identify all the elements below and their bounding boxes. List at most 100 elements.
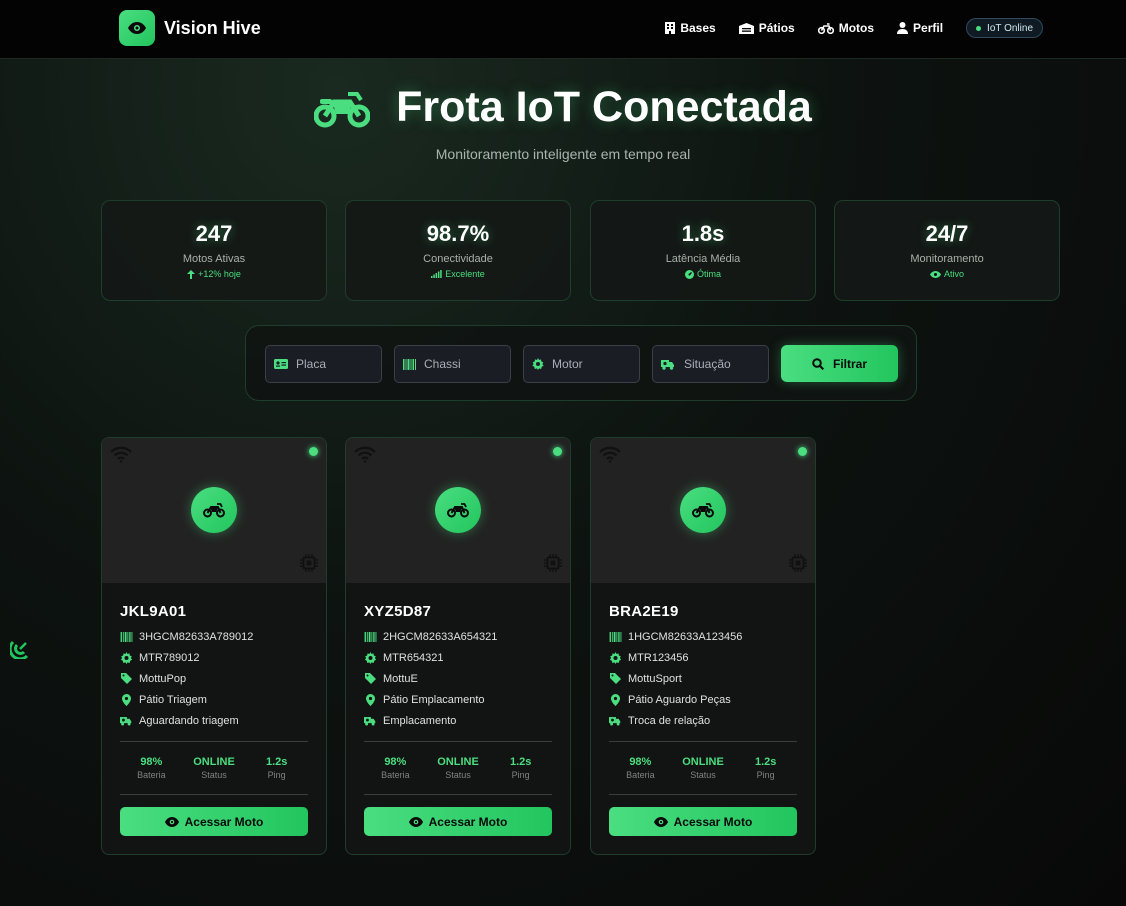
metric-bateria: 98% Bateria <box>120 756 183 780</box>
moto-avatar <box>435 487 481 533</box>
gear-icon <box>364 651 377 664</box>
nav-item-bases[interactable]: Bases <box>665 21 716 35</box>
online-indicator-dot <box>798 447 807 456</box>
moto-modelo: MottuSport <box>609 668 797 689</box>
nav-item-perfil[interactable]: Perfil <box>897 21 943 35</box>
moto-modelo: MottuPop <box>120 668 308 689</box>
motorcycle-icon <box>692 503 714 518</box>
truck-cog-icon <box>120 717 132 726</box>
nav-item-motos[interactable]: Motos <box>817 21 875 35</box>
chassi-input[interactable]: Chassi <box>394 345 511 383</box>
barcode-icon <box>609 631 622 642</box>
map-pin-icon <box>122 693 131 706</box>
access-moto-button[interactable]: Acessar Moto <box>364 807 552 836</box>
moto-chassi-value: 2HGCM82633A654321 <box>383 630 498 643</box>
page-subtitle: Monitoramento inteligente em tempo real <box>435 146 691 162</box>
moto-patio-value: Pátio Aguardo Peças <box>628 693 731 706</box>
metric-value: 1.2s <box>265 756 288 768</box>
divider <box>120 794 308 795</box>
moto-patio-value: Pátio Triagem <box>139 693 207 706</box>
map-pin-icon <box>366 693 375 706</box>
barcode-icon <box>364 631 377 642</box>
map-pin-icon <box>611 693 620 706</box>
search-icon <box>812 357 824 370</box>
moto-chassi-value: 3HGCM82633A789012 <box>139 630 254 643</box>
moto-metrics: 98% Bateria ONLINE Status 1.2s Ping <box>364 742 552 794</box>
stat-label: Monitoramento <box>910 253 984 265</box>
satellite-dish-icon[interactable] <box>10 639 30 659</box>
moto-modelo-value: MottuE <box>383 672 418 685</box>
motorcycle-icon <box>314 91 371 127</box>
moto-motor: MTR654321 <box>364 647 552 668</box>
eye-icon <box>653 816 668 827</box>
nav-label-motos: Motos <box>838 21 875 35</box>
moto-modelo-value: MottuPop <box>139 672 187 685</box>
moto-situacao-value: Emplacamento <box>383 714 457 727</box>
eye-icon <box>408 816 423 827</box>
moto-modelo-value: MottuSport <box>628 672 682 685</box>
moto-motor: MTR123456 <box>609 647 797 668</box>
moto-card: BRA2E19 1HGCM82633A123456 MTR123456 Mott… <box>590 437 816 855</box>
moto-chassi: 2HGCM82633A654321 <box>364 626 552 647</box>
filter-button[interactable]: Filtrar <box>781 345 898 382</box>
eye-icon <box>119 10 155 46</box>
moto-metrics: 98% Bateria ONLINE Status 1.2s Ping <box>609 742 797 794</box>
situacao-input[interactable]: Situação <box>652 345 769 383</box>
signal-icon <box>431 270 442 278</box>
moto-situacao: Aguardando triagem <box>120 710 308 731</box>
wifi-icon <box>599 446 621 463</box>
metric-ping: 1.2s Ping <box>489 756 552 780</box>
motorcycle-icon <box>817 22 834 34</box>
stat-trend-text: Excelente <box>445 269 485 279</box>
online-indicator-dot <box>553 447 562 456</box>
metric-value: 98% <box>629 756 652 768</box>
brand[interactable]: Vision Hive <box>119 10 261 46</box>
moto-avatar <box>680 487 726 533</box>
metric-label: Status <box>690 770 716 780</box>
wifi-icon <box>354 446 376 463</box>
truck-cog-icon <box>661 360 674 370</box>
metric-ping: 1.2s Ping <box>734 756 797 780</box>
tag-icon <box>365 673 376 684</box>
moto-situacao: Troca de relação <box>609 710 797 731</box>
moto-avatar <box>191 487 237 533</box>
stat-trend-text: Ativo <box>943 269 964 279</box>
tag-icon <box>121 673 132 684</box>
stat-value: 98.7% <box>426 221 490 246</box>
gear-icon <box>120 651 133 664</box>
nav-links: Bases Pátios Motos Perfil IoT Online <box>642 18 1043 38</box>
metric-label: Ping <box>267 770 286 780</box>
metric-status: ONLINE Status <box>672 756 735 780</box>
access-moto-button[interactable]: Acessar Moto <box>120 807 308 836</box>
placa-input[interactable]: Placa <box>265 345 382 383</box>
metric-label: Status <box>201 770 227 780</box>
filter-button-label: Filtrar <box>832 356 867 371</box>
metric-value: 1.2s <box>509 756 532 768</box>
stat-trend-text: +12% hoje <box>198 269 241 279</box>
metric-value: ONLINE <box>437 756 479 768</box>
stat-label: Motos Ativas <box>182 253 246 265</box>
moto-card-body: BRA2E19 1HGCM82633A123456 MTR123456 Mott… <box>609 583 797 836</box>
microchip-icon <box>789 554 807 572</box>
motorcycle-icon <box>203 503 225 518</box>
iot-status-badge: IoT Online <box>966 18 1043 38</box>
motor-input[interactable]: Motor <box>523 345 640 383</box>
stats-row: 247 Motos Ativas +12% hoje 98.7% Conecti… <box>101 200 1061 301</box>
moto-situacao-value: Aguardando triagem <box>139 714 239 727</box>
moto-patio: Pátio Aguardo Peças <box>609 689 797 710</box>
moto-card: XYZ5D87 2HGCM82633A654321 MTR654321 Mott… <box>345 437 571 855</box>
truck-cog-icon <box>364 717 376 726</box>
metric-label: Bateria <box>137 770 166 780</box>
placa-placeholder: Placa <box>296 357 327 371</box>
motorcycle-icon <box>447 503 469 518</box>
brand-name: Vision Hive <box>164 17 261 38</box>
moto-card-body: XYZ5D87 2HGCM82633A654321 MTR654321 Mott… <box>364 583 552 836</box>
moto-chassi-value: 1HGCM82633A123456 <box>628 630 743 643</box>
metric-label: Status <box>445 770 471 780</box>
access-moto-button[interactable]: Acessar Moto <box>609 807 797 836</box>
moto-patio: Pátio Triagem <box>120 689 308 710</box>
arrow-up-icon <box>187 269 196 279</box>
moto-chassi: 3HGCM82633A789012 <box>120 626 308 647</box>
moto-card: JKL9A01 3HGCM82633A789012 MTR789012 Mott… <box>101 437 327 855</box>
nav-item-patios[interactable]: Pátios <box>738 21 795 35</box>
